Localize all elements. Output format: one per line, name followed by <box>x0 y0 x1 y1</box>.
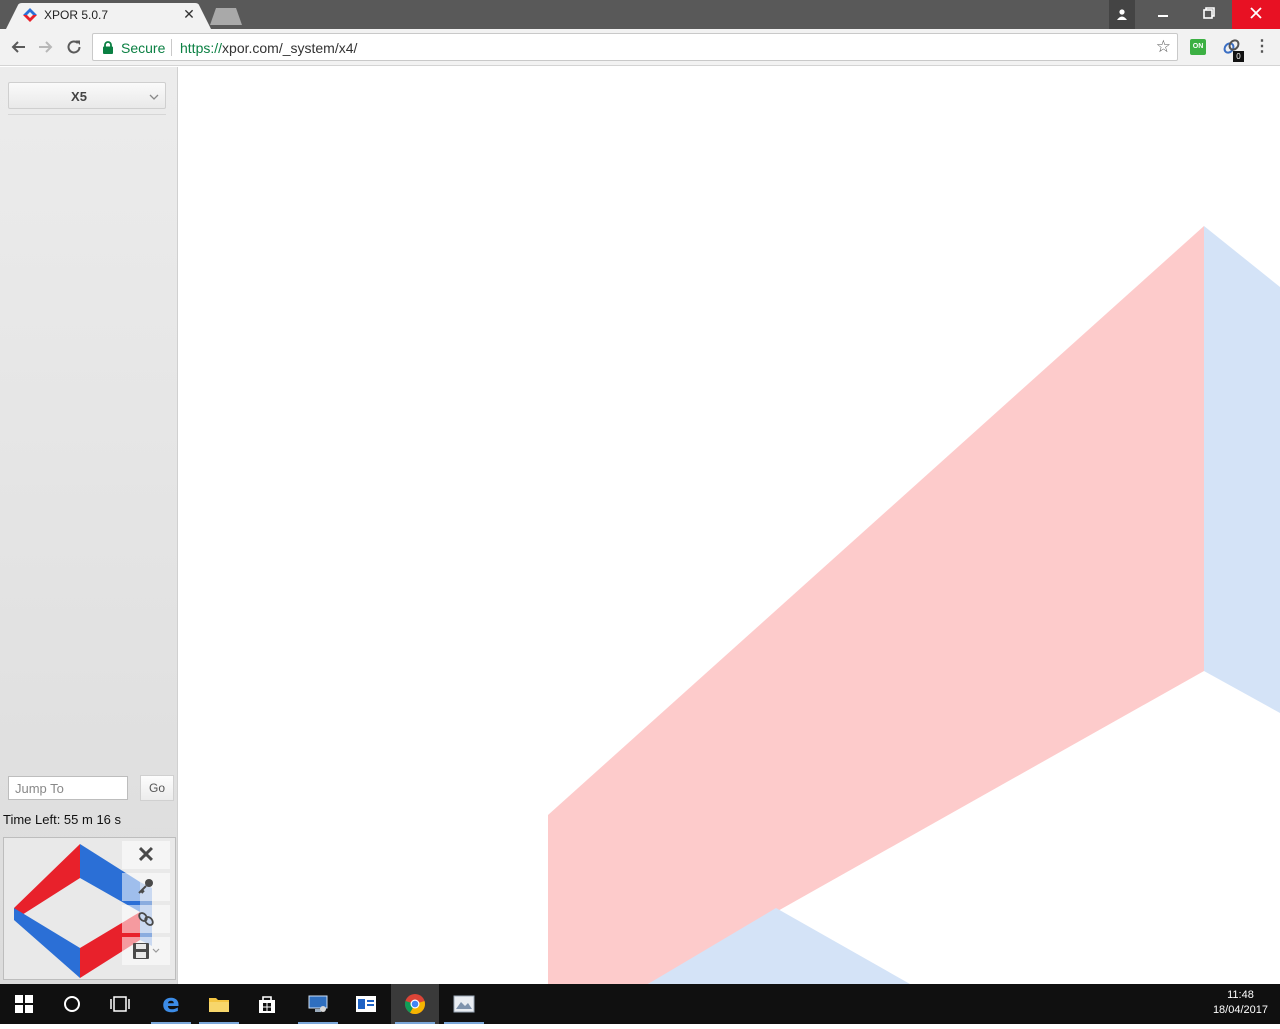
bookmark-star-icon[interactable]: ☆ <box>1156 37 1171 57</box>
time-left-label: Time Left: 55 m 16 s <box>3 812 122 827</box>
address-bar[interactable]: Secure https://xpor.com/_system/x4/ ☆ <box>92 33 1178 61</box>
address-separator <box>171 39 172 56</box>
link-icon[interactable] <box>122 905 170 933</box>
extension-on-icon[interactable]: ON <box>1190 39 1206 55</box>
file-explorer-icon[interactable] <box>195 984 243 1024</box>
browser-title-bar: XPOR 5.0.7 ✕ <box>0 0 1280 29</box>
view-select[interactable]: X5 <box>8 82 166 109</box>
close-window-button[interactable] <box>1232 0 1280 29</box>
scene-blue-plane-right <box>1204 226 1280 713</box>
cortana-search-icon[interactable] <box>48 984 96 1024</box>
browser-menu-icon[interactable]: ⋮ <box>1254 37 1270 57</box>
task-view-icon[interactable] <box>96 984 144 1024</box>
go-button[interactable]: Go <box>140 775 174 801</box>
tab-close-icon[interactable]: ✕ <box>181 6 197 22</box>
key-icon[interactable] <box>122 873 170 901</box>
chrome-icon[interactable] <box>391 984 439 1024</box>
remote-desktop-icon[interactable] <box>294 984 342 1024</box>
lock-icon <box>103 41 113 54</box>
tab-title: XPOR 5.0.7 <box>44 8 109 22</box>
secure-label: Secure <box>121 40 166 56</box>
clock-time: 11:48 <box>1227 989 1254 1001</box>
view-select-value: X5 <box>71 89 87 104</box>
url-scheme: https:// <box>180 40 223 56</box>
scene-red-plane <box>548 226 1204 984</box>
main-canvas[interactable] <box>178 67 1280 984</box>
minimize-window-button[interactable] <box>1140 0 1186 29</box>
chevron-down-icon <box>149 88 159 105</box>
extension-badge: 0 <box>1233 51 1244 62</box>
restore-window-button[interactable] <box>1186 0 1232 29</box>
forward-arrow-icon[interactable] <box>34 35 58 59</box>
new-tab-button[interactable] <box>208 7 244 25</box>
system-clock[interactable]: 11:48 18/04/2017 <box>1213 988 1268 1018</box>
back-arrow-icon[interactable] <box>6 35 30 59</box>
outlook-icon[interactable] <box>342 984 390 1024</box>
windows-taskbar: e 11:48 18/04/2017 <box>0 984 1280 1024</box>
reload-icon[interactable] <box>62 35 86 59</box>
sidebar-divider <box>8 114 166 115</box>
image-viewer-icon[interactable] <box>440 984 488 1024</box>
profile-icon[interactable] <box>1109 0 1135 29</box>
save-icon[interactable] <box>122 937 170 965</box>
url-path: xpor.com/_system/x4/ <box>222 40 358 56</box>
url-text[interactable]: https://xpor.com/_system/x4/ <box>180 40 357 56</box>
clock-date: 18/04/2017 <box>1212 1004 1268 1016</box>
preview-panel: ✕ <box>3 837 176 980</box>
windows-start-icon[interactable] <box>0 984 48 1024</box>
jump-to-input[interactable] <box>8 776 128 800</box>
store-icon[interactable] <box>243 984 291 1024</box>
sidebar: X5 Go Time Left: 55 m 16 s ✕ <box>0 67 178 984</box>
xpor-favicon-icon <box>23 8 37 22</box>
edge-browser-icon[interactable]: e <box>147 984 195 1024</box>
close-icon[interactable]: ✕ <box>122 841 170 869</box>
browser-toolbar: Secure https://xpor.com/_system/x4/ ☆ ON… <box>0 29 1280 66</box>
3d-scene <box>548 226 1280 984</box>
